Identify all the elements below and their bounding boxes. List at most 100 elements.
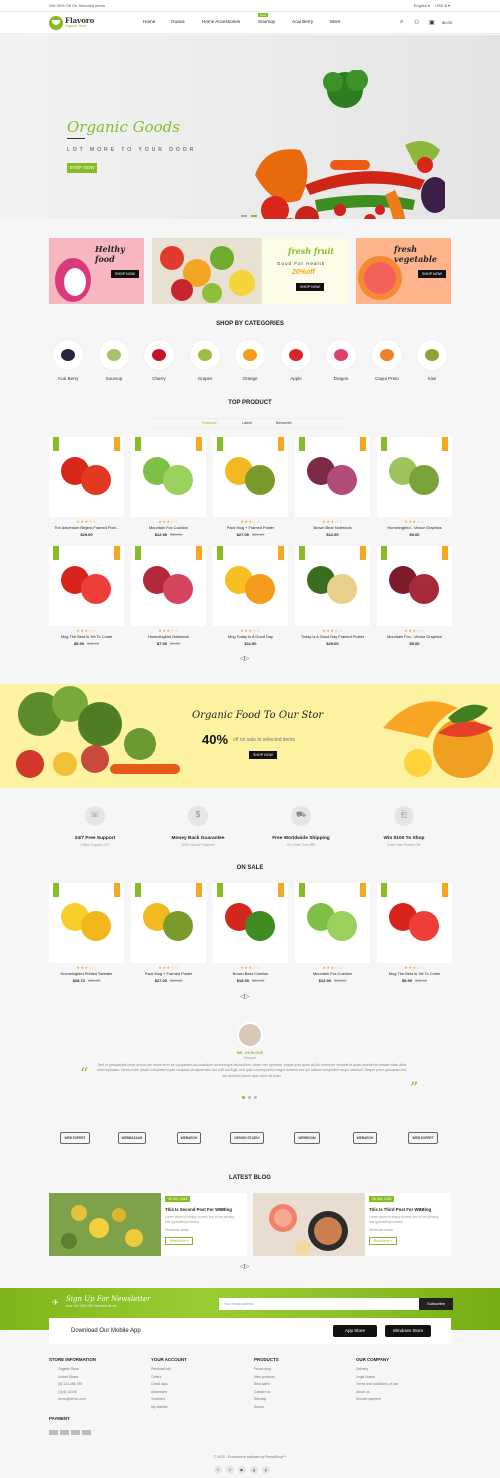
footer-link[interactable]: Orders [151,1375,187,1379]
product-name[interactable]: Brown Bear Notebook [295,525,370,530]
banner-healthy-food[interactable]: Helthy food SHOP NOW [49,238,144,304]
product-name[interactable]: Hummingbird - Vector Graphics [377,525,452,530]
footer-link[interactable]: Legal Notice [356,1375,398,1379]
brand-logo[interactable]: WEBROOM [289,1126,325,1146]
product-card[interactable]: ★★★☆☆ Hummingbird Printed Sweater $28.72 $… [49,883,124,983]
footer-link[interactable]: Delivery [356,1367,398,1371]
hero-shop-button[interactable]: SHOP NOW [67,163,97,173]
app-store-button[interactable]: App Store [333,1325,377,1337]
category-item[interactable]: Orange [232,340,268,381]
promo-shop-button[interactable]: SHOP NOW [249,751,277,759]
carousel-arrows[interactable]: ◁▷ [240,993,249,1000]
footer-link[interactable]: Personal info [151,1367,187,1371]
testimonial-dot-3[interactable] [254,1096,257,1099]
product-image[interactable] [377,437,452,517]
currency-selector[interactable]: USD $ ▾ [435,3,450,8]
tab-bestseller[interactable]: Bestseller [276,421,292,425]
footer-link[interactable]: My wishlist [151,1405,187,1409]
product-name[interactable]: Hummingbird Notebook [131,634,206,639]
language-selector[interactable]: English ▾ [414,3,430,8]
google-plus-icon[interactable]: g [250,1466,258,1474]
product-card[interactable]: ★★★☆☆ Brown Bear Notebook $12.90 [295,437,370,537]
product-image[interactable] [131,546,206,626]
product-name[interactable]: Pack Mug + Framed Poster [213,525,288,530]
brand-logo[interactable]: WEB EXPERT [57,1126,93,1146]
product-name[interactable]: Brown Bear Cushion [213,971,288,976]
product-image[interactable] [49,437,124,517]
nav-soursop[interactable]: Soursop [258,19,275,24]
product-card[interactable]: ★★★☆☆ Pack Mug + Framed Poster $27.00 $35.… [131,883,206,983]
category-item[interactable]: Caqui Preto [369,340,405,381]
product-card[interactable]: ★★★☆☆ Mountain Fox Cushion $12.90 $18.90 [295,883,370,983]
blog-post[interactable]: 08 Oct, 2018 This Is Third Post For WBBl… [253,1193,451,1256]
product-image[interactable] [49,546,124,626]
youtube-icon[interactable]: ▶ [238,1466,246,1474]
product-name[interactable]: The Adventure Begins Framed Post... [49,525,124,530]
product-name[interactable]: Mug The Best Is Yet To Come [377,971,452,976]
footer-link[interactable]: Vouchers [151,1397,187,1401]
nav-home[interactable]: Home [143,19,155,24]
footer-link[interactable]: Terms and conditions of use [356,1382,398,1386]
banner-fresh-vegetable[interactable]: fresh vegetable SHOP NOW [356,238,451,304]
cart-icon[interactable]: ▣ [429,19,435,26]
product-image[interactable] [213,437,288,517]
footer-link[interactable]: Addresses [151,1390,187,1394]
product-image[interactable] [131,883,206,963]
pinterest-icon[interactable]: p [262,1466,270,1474]
product-name[interactable]: Mug Today Is A Good Day [213,634,288,639]
read-more-button[interactable]: Read More » [165,1237,194,1245]
carousel-arrows[interactable]: ◁▷ [240,1263,249,1270]
brand-logo[interactable]: WEBARCH [347,1126,383,1146]
testimonial-dot-1[interactable] [242,1096,245,1099]
brand-logo[interactable]: WEBARCH [171,1126,207,1146]
banner-shop-button[interactable]: SHOP NOW [296,283,324,291]
category-item[interactable]: Grapes [187,340,223,381]
subscribe-button[interactable]: Subscribe [419,1298,453,1310]
footer-link[interactable]: New products [254,1375,279,1379]
product-name[interactable]: Hummingbird Printed Sweater [49,971,124,976]
product-image[interactable] [295,546,370,626]
blog-post-title[interactable]: This Is Second Post For WBBlog [165,1207,232,1212]
slider-dot-1[interactable] [241,215,247,217]
footer-link[interactable]: About us [356,1390,398,1394]
nav-guava[interactable]: Guava [171,19,185,24]
product-image[interactable] [213,883,288,963]
blog-post-title[interactable]: This Is Third Post For WBBlog [369,1207,431,1212]
windows-store-button[interactable]: Windows Store [385,1325,431,1337]
footer-link[interactable]: Sitemap [254,1397,279,1401]
carousel-arrows[interactable]: ◁▷ [240,655,249,662]
testimonial-dot-2[interactable] [248,1096,251,1099]
product-name[interactable]: Mountain Fox Cushion [295,971,370,976]
product-image[interactable] [49,883,124,963]
read-more-button[interactable]: Read More » [369,1237,398,1245]
category-item[interactable]: Dragon [323,340,359,381]
product-card[interactable]: ★★★☆☆ The Adventure Begins Framed Post...… [49,437,124,537]
category-item[interactable]: Acai Berry [50,340,86,381]
brand-logo[interactable]: DESIGN STUDIO [229,1126,265,1146]
footer-link[interactable]: Prices drop [254,1367,279,1371]
category-item[interactable]: Kiwi [414,340,450,381]
product-image[interactable] [131,437,206,517]
nav-acai-berry[interactable]: Acai Berry [292,19,313,24]
product-name[interactable]: Mountain Fox - Vector Graphics [377,634,452,639]
product-card[interactable]: ★★★☆☆ Pack Mug + Framed Poster $27.00 $35.… [213,437,288,537]
banner-fresh-fruit[interactable]: fresh fruit Good For Health 20%off SHOP … [152,238,348,304]
nav-more[interactable]: More [330,19,340,24]
product-card[interactable]: ★★★☆☆ Today Is A Good Day Framed Poster $2… [295,546,370,646]
banner-shop-button[interactable]: SHOP NOW [418,270,446,278]
nav-home-accessories[interactable]: Home Accessories [202,19,240,24]
product-image[interactable] [295,437,370,517]
footer-link[interactable]: Stores [254,1405,279,1409]
footer-link[interactable]: Credit slips [151,1382,187,1386]
product-card[interactable]: ★★★☆☆ Mountain Fox Cushion $12.90 $18.90 [131,437,206,537]
category-item[interactable]: Cherry [141,340,177,381]
logo[interactable]: Flavoro Organic Store [49,15,109,31]
product-card[interactable]: ★★★☆☆ Hummingbird - Vector Graphics $9.00 [377,437,452,537]
product-card[interactable]: ★★★☆☆ Mug The Best Is Yet To Come $9.90 $1… [49,546,124,646]
footer-link[interactable]: Best sales [254,1382,279,1386]
product-name[interactable]: Mountain Fox Cushion [131,525,206,530]
product-card[interactable]: ★★★☆☆ Hummingbird Notebook $7.90 $9.90 [131,546,206,646]
brand-logo[interactable]: WEB EXPERT [405,1126,441,1146]
user-icon[interactable]: ⚇ [414,19,419,26]
footer-link[interactable]: Contact us [254,1390,279,1394]
